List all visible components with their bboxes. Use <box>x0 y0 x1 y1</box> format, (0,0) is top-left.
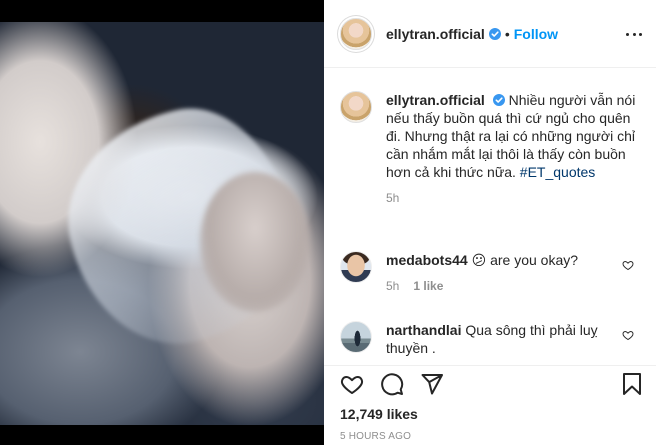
bookmark-button[interactable] <box>620 372 644 401</box>
comment-text: narthandlai Qua sông thì phải luỵ thuyền… <box>386 321 616 357</box>
comment-like-heart-icon[interactable] <box>622 329 634 341</box>
post-side-panel: ellytran.official • Follow ellytran.offi… <box>324 0 656 445</box>
verified-badge-icon <box>492 94 505 106</box>
caption-username[interactable]: ellytran.official <box>386 92 485 108</box>
heart-icon[interactable] <box>340 372 364 396</box>
caption-text: ellytran.official Nhiều người vẫn nói nế… <box>386 91 640 181</box>
comment-body: 😕 are you okay? <box>471 252 579 268</box>
comment-icon[interactable] <box>380 372 404 396</box>
caption-hashtag-link[interactable]: #ET_quotes <box>520 164 596 180</box>
caption-avatar[interactable] <box>340 91 372 123</box>
comment-item: medabots44 😕 are you okay? 5h 1 like <box>340 251 640 293</box>
post-timestamp[interactable]: 5 HOURS AGO <box>340 431 411 442</box>
follow-button[interactable]: Follow <box>514 26 558 42</box>
comment-item: narthandlai Qua sông thì phải luỵ thuyền… <box>340 321 640 357</box>
author-avatar[interactable] <box>340 17 372 50</box>
comment-meta: 5h 1 like <box>386 279 640 293</box>
comment-like-count[interactable]: 1 like <box>413 279 443 293</box>
action-icons <box>340 372 444 396</box>
share-icon[interactable] <box>420 372 444 396</box>
commenter-avatar[interactable] <box>340 321 372 353</box>
comment-like-heart-icon[interactable] <box>622 259 634 271</box>
more-options-icon[interactable] <box>626 26 642 42</box>
comment-username[interactable]: medabots44 <box>386 252 468 268</box>
like-count[interactable]: 12,749 likes <box>340 406 418 422</box>
commenter-avatar[interactable] <box>340 251 372 283</box>
separator-dot: • <box>504 25 510 42</box>
author-username[interactable]: ellytran.official <box>386 26 485 42</box>
verified-badge-icon <box>488 27 501 40</box>
post-photo <box>0 22 324 425</box>
post-media[interactable] <box>0 0 324 445</box>
post-caption: ellytran.official Nhiều người vẫn nói nế… <box>340 91 640 205</box>
comments-list[interactable]: ellytran.official Nhiều người vẫn nói nế… <box>324 69 656 365</box>
post-actions: 12,749 likes 5 HOURS AGO <box>324 365 656 445</box>
post-header: ellytran.official • Follow <box>324 0 656 68</box>
comment-text: medabots44 😕 are you okay? <box>386 251 616 269</box>
comment-username[interactable]: narthandlai <box>386 322 461 338</box>
comment-time[interactable]: 5h <box>386 279 399 293</box>
caption-time[interactable]: 5h <box>386 191 640 205</box>
bookmark-icon[interactable] <box>620 372 644 396</box>
